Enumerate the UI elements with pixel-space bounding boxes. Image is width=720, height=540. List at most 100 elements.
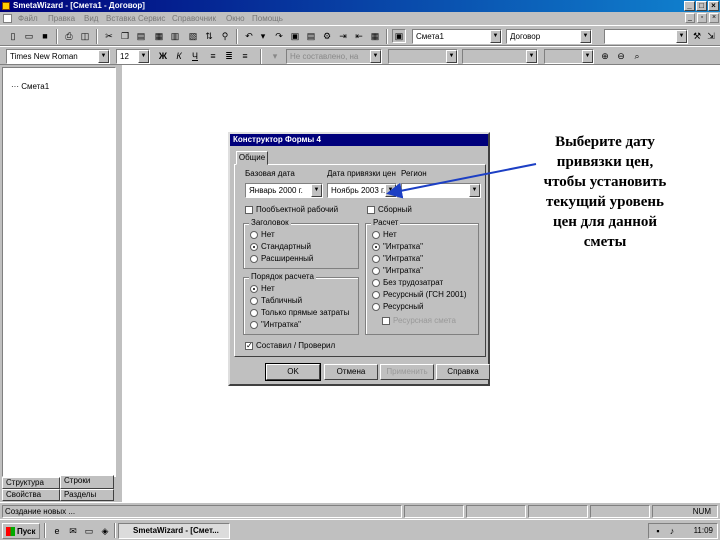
base-date-combo[interactable]: Январь 2000 г. ▼ <box>245 183 323 198</box>
chevron-down-icon[interactable]: ▼ <box>526 50 537 63</box>
exit-icon[interactable]: ⇲ <box>704 29 718 43</box>
order-option-direct[interactable]: Только прямые затраты <box>250 308 349 317</box>
tab-properties[interactable]: Свойства <box>2 489 60 501</box>
binding-date-combo[interactable]: Ноябрь 2003 г. ▼ <box>327 183 397 198</box>
outlook-icon[interactable]: ✉ <box>66 524 80 538</box>
desktop-icon[interactable]: ▭ <box>82 524 96 538</box>
tab-general[interactable]: Общие <box>236 151 268 165</box>
radio-button-selected[interactable] <box>250 284 258 293</box>
style-combo[interactable]: Не составлено, на ▼ <box>286 49 382 64</box>
apply-button[interactable]: Применить <box>380 364 434 380</box>
tree-node-root[interactable]: ··· Смета1 <box>11 82 49 91</box>
order-option-none[interactable]: Нет <box>250 284 275 293</box>
resource-estimate-checkbox[interactable]: Ресурсная смета <box>382 316 456 325</box>
copy-icon[interactable]: ❐ <box>118 29 132 43</box>
chevron-down-icon[interactable]: ▼ <box>580 30 591 43</box>
order-option-table[interactable]: Табличный <box>250 296 302 305</box>
zoom-in-icon[interactable]: ⊕ <box>598 49 612 63</box>
radio-button[interactable] <box>372 290 380 299</box>
radio-button[interactable] <box>250 308 258 317</box>
header-option-extended[interactable]: Расширенный <box>250 254 313 263</box>
radio-button[interactable] <box>372 302 380 311</box>
chevron-down-icon[interactable]: ▼ <box>446 50 457 63</box>
insert-row-icon[interactable]: ▦ <box>152 29 166 43</box>
undo-icon[interactable]: ↶ <box>242 29 256 43</box>
ok-button[interactable]: OK <box>265 363 321 381</box>
calc-option-none[interactable]: Нет <box>372 230 397 239</box>
calc-icon[interactable]: ▣ <box>288 29 302 43</box>
underline-button[interactable]: Ч <box>188 49 202 63</box>
menu-reference[interactable]: Справочник <box>172 14 216 23</box>
header-option-none[interactable]: Нет <box>250 230 275 239</box>
radio-button[interactable] <box>372 230 380 239</box>
checkbox-box[interactable] <box>382 316 390 325</box>
calc-option-resource-gsn[interactable]: Ресурсный (ГСН 2001) <box>372 290 467 299</box>
calc-option-no-labor[interactable]: Без трудозатрат <box>372 278 443 287</box>
checkbox-box[interactable] <box>367 205 375 214</box>
settings-icon[interactable]: ⚙ <box>320 29 334 43</box>
menu-file[interactable]: Файл <box>18 14 38 23</box>
filter-icon[interactable]: ⚲ <box>218 29 232 43</box>
template-combo[interactable]: Договор ▼ <box>506 29 592 44</box>
print-icon[interactable]: ⎙ <box>62 29 76 43</box>
region-combo[interactable]: ▼ <box>401 183 481 198</box>
radio-button-selected[interactable] <box>372 242 380 251</box>
checkbox-box[interactable] <box>245 205 253 214</box>
table-icon[interactable]: ▧ <box>186 29 200 43</box>
mdi-minimize-button[interactable]: _ <box>685 13 695 23</box>
radio-button[interactable] <box>372 254 380 263</box>
tab-rows[interactable]: Строки <box>60 475 114 489</box>
align-right-icon[interactable]: ≡ <box>238 49 252 63</box>
italic-button[interactable]: К <box>172 49 186 63</box>
chevron-down-icon[interactable]: ▼ <box>582 50 593 63</box>
chevron-down-icon[interactable]: ▼ <box>138 50 149 63</box>
header-option-standard[interactable]: Стандартный <box>250 242 311 251</box>
style-icon[interactable]: ▾ <box>268 49 282 63</box>
chevron-down-icon[interactable]: ▼ <box>311 184 322 197</box>
minimize-button[interactable]: _ <box>684 1 695 11</box>
tab-sections[interactable]: Разделы <box>60 489 114 501</box>
document-combo[interactable]: Смета1 ▼ <box>412 29 502 44</box>
delete-row-icon[interactable]: ▥ <box>168 29 182 43</box>
constructor-icon[interactable]: ▣ <box>392 29 406 43</box>
mdi-restore-button[interactable]: ▫ <box>697 13 707 23</box>
radio-button[interactable] <box>372 278 380 287</box>
radio-button[interactable] <box>250 254 258 263</box>
empty-combo[interactable]: ▼ <box>604 29 688 44</box>
window-title-bar[interactable]: SmetaWizard - [Смета1 - Договор] _ □ × <box>0 0 720 12</box>
start-button[interactable]: Пуск <box>2 523 40 539</box>
import-icon[interactable]: ⇤ <box>352 29 366 43</box>
volume-icon[interactable]: ♪ <box>665 524 679 538</box>
disabled-combo-2[interactable]: ▼ <box>462 49 538 64</box>
report-icon[interactable]: ▤ <box>304 29 318 43</box>
menu-insert[interactable]: Вставка <box>106 14 136 23</box>
chevron-down-icon[interactable]: ▼ <box>676 30 687 43</box>
cut-icon[interactable]: ✂ <box>102 29 116 43</box>
align-left-icon[interactable]: ≡ <box>206 49 220 63</box>
composite-checkbox[interactable]: Сборный <box>367 205 412 214</box>
zoom-icon[interactable]: ⌕ <box>630 49 644 63</box>
radio-button[interactable] <box>250 296 258 305</box>
export-icon[interactable]: ⇥ <box>336 29 350 43</box>
save-icon[interactable]: ■ <box>38 29 52 43</box>
help-button[interactable]: Справка <box>436 364 490 380</box>
calc-option-resource[interactable]: Ресурсный <box>372 302 423 311</box>
language-icon[interactable]: ▪ <box>651 524 665 538</box>
chevron-down-icon[interactable]: ▼ <box>385 184 396 197</box>
tool-icon[interactable]: ⚒ <box>690 29 704 43</box>
calc-option-intratka-1[interactable]: "Интратка" <box>372 242 423 251</box>
sort-icon[interactable]: ⇅ <box>202 29 216 43</box>
open-folder-icon[interactable]: ▭ <box>22 29 36 43</box>
chevron-down-icon[interactable]: ▼ <box>370 50 381 63</box>
menu-view[interactable]: Вид <box>84 14 98 23</box>
menu-window[interactable]: Окно <box>226 14 245 23</box>
disabled-combo-3[interactable]: ▼ <box>544 49 594 64</box>
radio-button-selected[interactable] <box>250 242 258 251</box>
print-preview-icon[interactable]: ◫ <box>78 29 92 43</box>
menu-help[interactable]: Помощь <box>252 14 283 23</box>
mdi-close-button[interactable]: × <box>709 13 719 23</box>
maximize-button[interactable]: □ <box>696 1 707 11</box>
calc-option-intratka-3[interactable]: "Интратка" <box>372 266 423 275</box>
zoom-out-icon[interactable]: ⊖ <box>614 49 628 63</box>
chevron-down-icon[interactable]: ▼ <box>98 50 109 63</box>
